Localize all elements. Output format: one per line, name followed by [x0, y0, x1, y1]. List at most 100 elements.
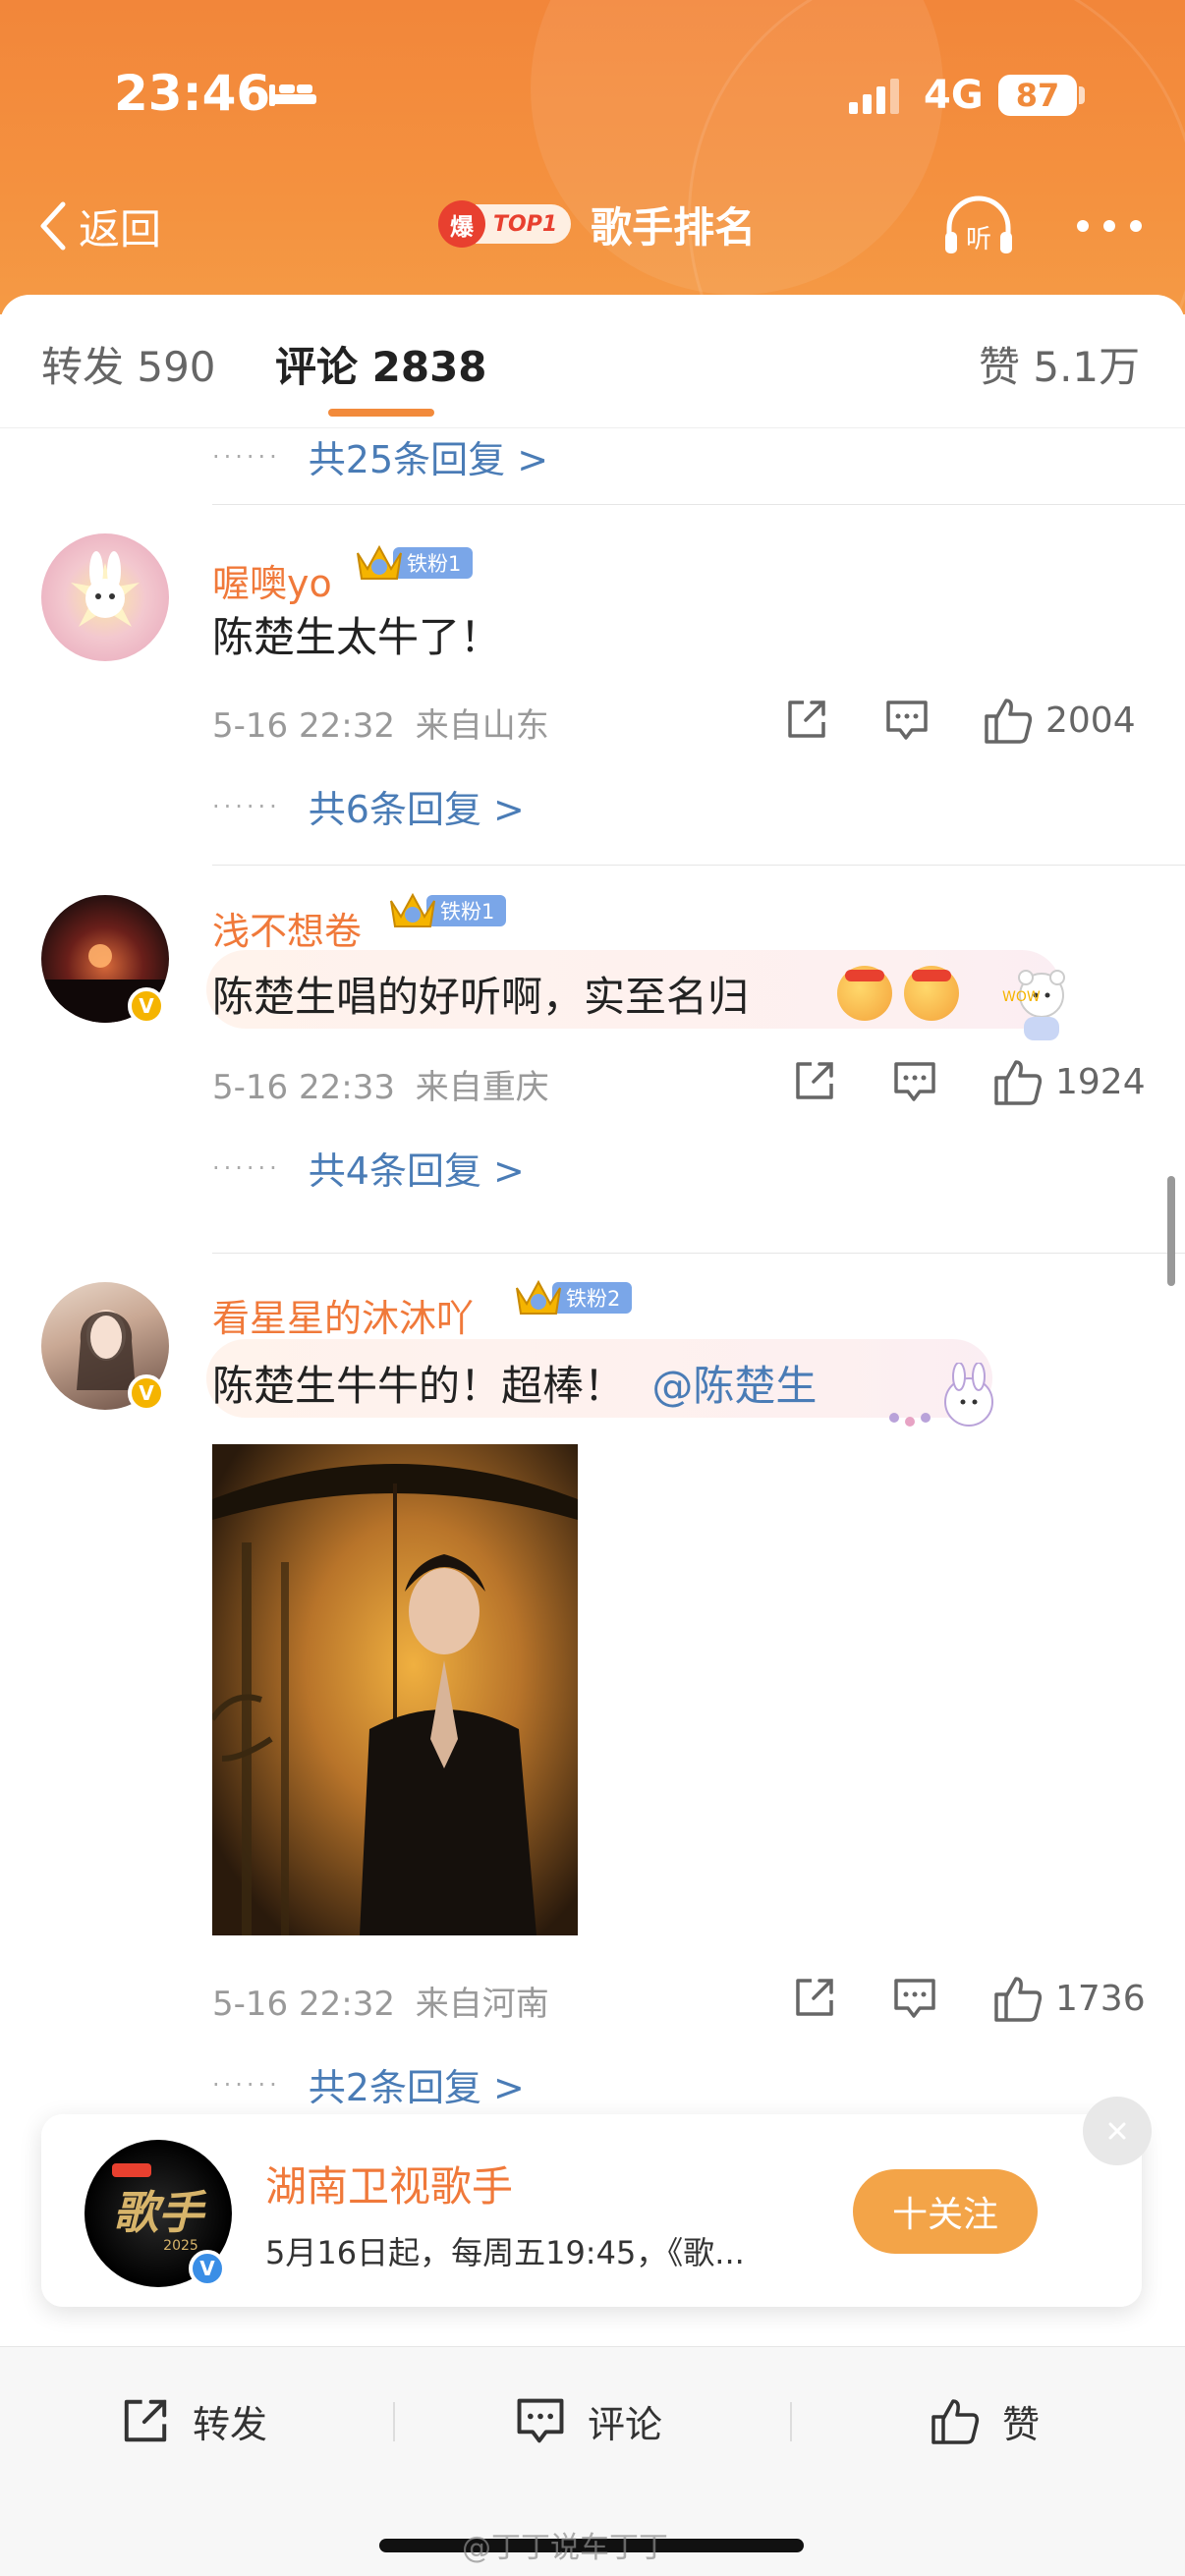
crown-icon [357, 544, 402, 580]
crown-icon [516, 1279, 561, 1315]
view-replies-link[interactable]: ······ 共2条回复 > [212, 2057, 525, 2111]
view-replies-link[interactable]: ······ 共25条回复 > [212, 429, 548, 483]
comment-button[interactable]: 评论 [515, 2386, 662, 2455]
header-decoration-ring [688, 0, 1185, 314]
logo-year: 2025 [163, 2238, 198, 2254]
page-title-group[interactable]: 爆 TOP1 歌手排名 [438, 193, 756, 255]
photo-image [212, 1444, 578, 1935]
verified-badge-icon: V [128, 987, 165, 1025]
listen-label: 听 [966, 225, 991, 254]
bear-sticker-icon: WOW [1002, 970, 1065, 1040]
separator [790, 2402, 792, 2441]
thumbs-up-icon [985, 699, 1033, 744]
cheer-emoji-icon [837, 966, 892, 1021]
active-tab-indicator [328, 409, 434, 417]
sleep-focus-icon [269, 84, 316, 106]
share-icon[interactable] [792, 1975, 837, 2020]
comment-text: 陈楚生太牛了！ [212, 613, 502, 661]
bunny-sticker-icon [889, 1363, 993, 1427]
scrollbar[interactable] [1167, 1176, 1175, 1286]
share-icon[interactable] [792, 1058, 837, 1103]
divider [212, 865, 1185, 866]
mention-link[interactable]: @陈楚生 [651, 1362, 817, 1410]
like-label: 赞 [1002, 2402, 1041, 2446]
like-post-button[interactable]: 赞 [930, 2386, 1040, 2455]
fan-level-badge[interactable]: 铁粉1 [387, 891, 507, 930]
chevron-left-icon [40, 201, 66, 251]
more-options-icon[interactable] [1075, 218, 1144, 234]
comment-location: 来自河南 [415, 1985, 549, 2024]
username[interactable]: 看星星的沐沐吖 [212, 1288, 474, 1342]
svg-text:WOW: WOW [1002, 989, 1041, 1005]
view-replies-link[interactable]: ······ 共4条回复 > [212, 1141, 525, 1195]
back-button[interactable]: 返回 [33, 196, 161, 255]
comment-time: 5-16 22:33 [212, 1068, 395, 1107]
back-label: 返回 [79, 204, 162, 253]
close-card-button[interactable] [1083, 2097, 1152, 2165]
thumbs-up-icon [994, 1977, 1043, 2022]
dots-icon: ······ [212, 1153, 281, 1182]
comment-photo[interactable] [212, 1444, 578, 1935]
comment-meta: 5-16 22:33 来自重庆 [212, 1060, 549, 1108]
like-count: 1736 [1055, 1978, 1146, 2019]
tab-likes[interactable]: 赞 5.1万 [979, 334, 1140, 394]
fan-level-label: 铁粉1 [426, 895, 507, 926]
account-name[interactable]: 湖南卫视歌手 [265, 2154, 513, 2213]
watermark-text: @丁丁说车丁丁 [462, 2531, 668, 2565]
verified-badge-icon: V [128, 1374, 165, 1412]
comment-text: 陈楚生牛牛的！超棒！ @陈楚生 [212, 1353, 817, 1413]
account-description: 5月16日起，每周五19:45，《歌... [265, 2234, 745, 2271]
like-button[interactable]: 1924 [992, 1056, 1146, 1107]
fan-level-label: 铁粉2 [552, 1282, 633, 1314]
tab-repost[interactable]: 转发 590 [41, 334, 216, 394]
comment-meta: 5-16 22:32 来自河南 [212, 1977, 549, 2025]
follow-suggestion-card[interactable]: 歌手 2025 V 湖南卫视歌手 5月16日起，每周五19:45，《歌... 十… [41, 2097, 1152, 2307]
follow-button[interactable]: 十关注 [853, 2169, 1038, 2254]
detail-tabs: 转发 590 评论 2838 赞 5.1万 [0, 295, 1185, 428]
dots-icon: ······ [212, 792, 281, 820]
username[interactable]: 喔噢yo [212, 553, 332, 607]
separator [393, 2402, 395, 2441]
replies-count: 共2条回复 > [308, 2066, 525, 2109]
share-icon[interactable] [784, 697, 829, 742]
comment-time: 5-16 22:32 [212, 1985, 395, 2024]
comment-time: 5-16 22:32 [212, 706, 395, 746]
thumbs-up-icon [931, 2399, 980, 2444]
dots-icon: ······ [212, 2070, 281, 2099]
logo-text: 歌手 [113, 2186, 207, 2239]
comment-location: 来自重庆 [415, 1068, 549, 1107]
comment-icon[interactable] [892, 1060, 937, 1103]
status-time: 23:46 [114, 65, 271, 122]
listen-headphones-icon[interactable]: 听 [941, 193, 1016, 259]
username[interactable]: 浅不想卷 [212, 901, 362, 955]
verified-badge-icon: V [189, 2250, 226, 2287]
comment-text: 陈楚生唱的好听啊，实至名归 [212, 973, 750, 1021]
fan-level-label: 铁粉1 [393, 547, 474, 579]
cheer-emoji-icon [904, 966, 959, 1021]
comment-icon[interactable] [884, 699, 930, 742]
battery-indicator: 87 [998, 75, 1077, 116]
comment-meta: 5-16 22:32 来自山东 [212, 699, 549, 747]
close-icon [1108, 2122, 1126, 2140]
like-button[interactable]: 2004 [983, 695, 1136, 746]
fan-level-badge[interactable]: 铁粉2 [513, 1278, 633, 1317]
repost-button[interactable]: 转发 [120, 2386, 267, 2455]
top-header: 23:46 4G 87 返回 爆 TOP1 歌手排名 听 [0, 0, 1185, 314]
comment-text-body: 陈楚生牛牛的！超棒！ [212, 1362, 626, 1410]
replies-count: 共4条回复 > [308, 1149, 525, 1193]
like-count: 1924 [1055, 1061, 1146, 1102]
comment-list[interactable]: ······ 共25条回复 > 喔噢yo 铁粉1 陈楚生太牛了！ 5-16 22… [0, 429, 1185, 2345]
like-button[interactable]: 1736 [992, 1973, 1146, 2024]
user-avatar[interactable] [41, 533, 169, 661]
page-title: 歌手排名 [591, 202, 757, 252]
battery-tip [1079, 86, 1085, 104]
comment-icon[interactable] [892, 1977, 937, 2020]
network-type: 4G [924, 73, 984, 118]
view-replies-link[interactable]: ······ 共6条回复 > [212, 779, 525, 833]
rabbit-avatar-icon [71, 551, 140, 627]
share-icon [124, 2399, 167, 2442]
fan-level-badge[interactable]: 铁粉1 [354, 543, 474, 583]
dots-icon: ······ [212, 442, 281, 471]
tab-comments[interactable]: 评论 2838 [275, 334, 487, 394]
comment-label: 评论 [588, 2402, 663, 2446]
